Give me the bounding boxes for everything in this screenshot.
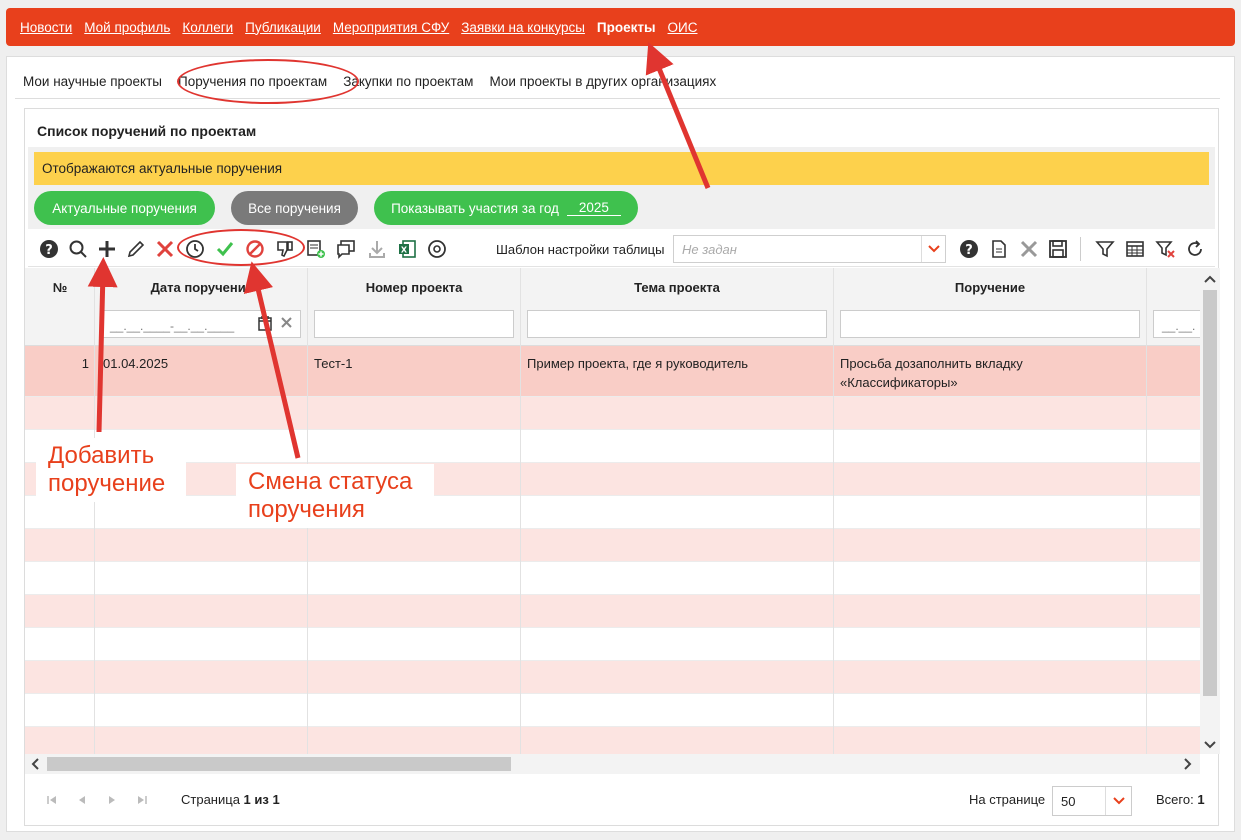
nav-events[interactable]: Мероприятия СФУ <box>333 20 449 35</box>
help-icon[interactable]: ? <box>38 238 60 260</box>
nav-news[interactable]: Новости <box>20 20 72 35</box>
page-current: 1 <box>243 792 251 807</box>
pagination: Страница 1 из 1 На странице 50 Всего: 1 <box>25 781 1218 821</box>
total-count: Всего: 1 <box>1156 792 1205 807</box>
col-divider <box>521 268 834 754</box>
nav-profile[interactable]: Мой профиль <box>84 20 170 35</box>
refresh-icon[interactable] <box>1184 238 1206 260</box>
horizontal-scroll-thumb[interactable] <box>47 757 511 771</box>
template-help-icon[interactable]: ? <box>958 238 980 260</box>
prev-page-icon[interactable] <box>77 794 87 808</box>
page-indicator: Страница 1 из 1 <box>181 792 280 807</box>
excel-icon[interactable]: X <box>396 238 418 260</box>
scroll-left-icon[interactable] <box>30 758 40 773</box>
next-page-icon[interactable] <box>107 794 117 808</box>
comments-icon[interactable] <box>335 238 357 260</box>
add-doc-icon[interactable] <box>305 238 327 260</box>
all-tasks-button[interactable]: Все поручения <box>231 191 358 225</box>
status-change-annotation: Смена статуса поручения <box>236 464 434 528</box>
filter-area: Отображаются актуальные поручения Актуал… <box>28 147 1215 229</box>
document-icon[interactable] <box>988 238 1010 260</box>
nav-publications[interactable]: Публикации <box>245 20 321 35</box>
page-of: из <box>254 792 269 807</box>
status-highlight-ellipse <box>177 229 305 266</box>
last-page-icon[interactable] <box>137 794 147 808</box>
total-label: Всего: <box>1156 792 1194 807</box>
close-icon[interactable] <box>1018 238 1040 260</box>
notice-banner: Отображаются актуальные поручения <box>34 152 1209 185</box>
download-icon[interactable] <box>366 238 388 260</box>
tab-other-orgs[interactable]: Мои проекты в других организациях <box>481 74 724 89</box>
panel-title: Список поручений по проектам <box>37 123 257 139</box>
scroll-down-icon[interactable] <box>1204 738 1216 753</box>
scroll-right-icon[interactable] <box>1183 758 1193 773</box>
next-filter-mask: __.__. <box>1162 319 1196 333</box>
chevron-down-icon <box>1105 787 1131 815</box>
main-content: Мои научные проекты Поручения по проекта… <box>6 56 1235 832</box>
first-page-icon[interactable] <box>47 794 57 808</box>
per-page-select[interactable]: 50 <box>1052 786 1132 816</box>
save-icon[interactable] <box>1047 238 1069 260</box>
filter-icon[interactable] <box>1094 238 1116 260</box>
svg-text:?: ? <box>965 243 973 258</box>
per-page-value: 50 <box>1061 793 1076 809</box>
col-divider <box>25 268 95 754</box>
year-filter-label: Показывать участия за год <box>391 200 559 216</box>
page-total: 1 <box>272 792 280 807</box>
nav-ois[interactable]: ОИС <box>668 20 698 35</box>
year-input[interactable]: 2025 <box>566 200 621 216</box>
clear-filter-icon[interactable] <box>1154 238 1176 260</box>
tab-my-projects[interactable]: Мои научные проекты <box>15 74 170 89</box>
tasks-panel: Список поручений по проектам Отображаютс… <box>24 108 1220 826</box>
actual-tasks-button[interactable]: Актуальные поручения <box>34 191 215 225</box>
add-icon[interactable] <box>96 238 118 260</box>
nav-applications[interactable]: Заявки на конкурсы <box>461 20 585 35</box>
year-filter-button[interactable]: Показывать участия за год 2025 <box>374 191 638 225</box>
support-icon[interactable] <box>426 238 448 260</box>
template-placeholder: Не задан <box>682 241 737 257</box>
nav-projects[interactable]: Проекты <box>597 20 656 35</box>
svg-text:?: ? <box>45 243 53 258</box>
delete-icon[interactable] <box>154 238 176 260</box>
chevron-down-icon <box>921 236 945 262</box>
horizontal-scrollbar[interactable] <box>25 754 1200 774</box>
page-label: Страница <box>181 792 240 807</box>
add-task-annotation: Добавить поручение <box>36 438 186 502</box>
tasks-table: № Дата поручения Номер проекта Тема прое… <box>25 268 1200 754</box>
search-icon[interactable] <box>67 238 89 260</box>
scroll-up-icon[interactable] <box>1204 272 1216 287</box>
table-icon[interactable] <box>1124 238 1146 260</box>
vertical-scrollbar[interactable] <box>1200 268 1220 754</box>
tab-highlight-ellipse <box>177 59 359 104</box>
per-page-label: На странице <box>969 792 1046 807</box>
template-label: Шаблон настройки таблицы <box>496 242 665 257</box>
toolbar-divider <box>1080 237 1081 261</box>
nav-colleagues[interactable]: Коллеги <box>182 20 233 35</box>
edit-icon[interactable] <box>125 238 147 260</box>
total-value: 1 <box>1197 792 1205 807</box>
top-navigation: Новости Мой профиль Коллеги Публикации М… <box>6 8 1235 46</box>
svg-text:X: X <box>401 246 408 255</box>
template-select[interactable]: Не задан <box>673 235 946 263</box>
vertical-scroll-thumb[interactable] <box>1203 290 1217 696</box>
col-divider <box>834 268 1147 754</box>
next-filter-input[interactable]: __.__. <box>1153 310 1200 338</box>
